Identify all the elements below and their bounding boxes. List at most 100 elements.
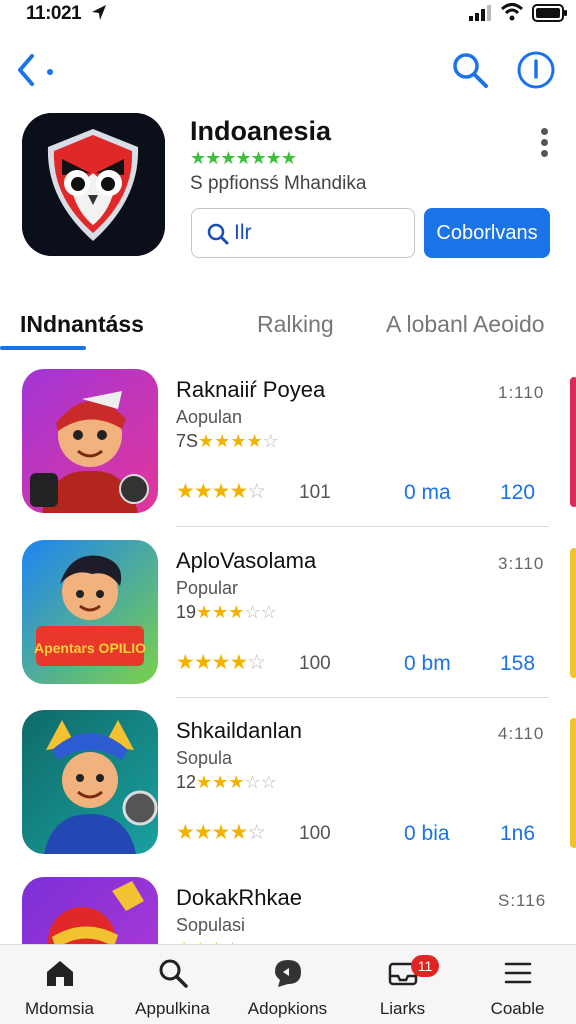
search-field[interactable]: Ilr (191, 208, 415, 258)
chat-icon (275, 960, 301, 987)
chevron-left-icon (18, 54, 53, 86)
star-empty-icon: ☆☆ (244, 772, 277, 792)
nav-label: Adopkions (247, 999, 328, 1018)
app-subtitle: S ppfionsś Mhandika (190, 173, 367, 194)
stars-filled-icon: ★★★★ (198, 431, 263, 451)
app-thumbnail (22, 877, 158, 944)
next-card-peek (570, 718, 576, 848)
more-options-button[interactable] (532, 124, 558, 160)
wifi-icon (500, 3, 524, 21)
more-dot-icon (541, 128, 548, 135)
battery-icon (532, 4, 567, 22)
game-character-icon (48, 881, 144, 944)
home-icon (47, 961, 73, 986)
search-icon (159, 959, 188, 988)
bottom-nav: Mdomsia Appulkina Adopkions 11 Liarks Co… (0, 944, 576, 1024)
next-card-peek (570, 548, 576, 678)
nav-item-home[interactable]: Mdomsia (2, 945, 117, 1024)
search-field-value: Ilr (234, 221, 252, 244)
nav-label: Mdomsia (25, 999, 94, 1018)
app-title: Indoanesia (190, 116, 332, 146)
item-rating: 12★★★☆☆ (176, 772, 277, 793)
app-thumbnail (22, 710, 158, 854)
item-category: Aopulan (176, 407, 243, 427)
item-number: 120 (500, 481, 536, 504)
tab-ranking[interactable]: Ralking (257, 311, 334, 338)
star-empty-icon: ☆ (262, 431, 279, 451)
item-review-count: 101 (299, 482, 331, 503)
nav-label: Appulkina (135, 999, 210, 1018)
app-thumbnail: Apentars OPILIO (22, 540, 158, 684)
item-stars: ★★★★☆ (176, 821, 266, 844)
info-button[interactable] (514, 48, 558, 92)
nav-label: Liarks (379, 999, 426, 1018)
nav-item-chat[interactable]: Adopkions (230, 945, 345, 1024)
star-empty-icon: ☆☆ (244, 602, 277, 622)
item-category: Sopula (176, 748, 233, 768)
item-size: 0 ma (404, 481, 451, 504)
item-category: Sopulasi (176, 915, 246, 935)
nav-item-menu[interactable]: Coable (460, 945, 575, 1024)
thumb-logo-text: Apentars OPILIO (34, 640, 146, 656)
app-icon (22, 113, 165, 256)
item-rating: 7S★★★★☆ (176, 431, 279, 452)
notification-badge: 11 (411, 955, 439, 977)
tab-primary[interactable]: INdnantáss (20, 311, 144, 338)
item-size: 0 bm (404, 652, 451, 675)
item-category: Popular (176, 578, 239, 598)
next-card-peek (570, 377, 576, 507)
nav-item-inbox[interactable]: 11 Liarks (345, 945, 460, 1024)
tab-all[interactable]: A lobanl Aeoido (386, 311, 545, 338)
divider (176, 697, 549, 698)
list-item[interactable]: Apentars OPILIO AploVasolama Popular 19★… (0, 540, 576, 710)
nav-row (0, 40, 576, 100)
item-title: DokakRhkae (176, 885, 302, 910)
more-dot-icon (541, 150, 548, 157)
tab-bar: INdnantáss Ralking A lobanl Aeoido (0, 300, 576, 352)
app-rating-stars: ★★★★★★★ (190, 148, 297, 168)
item-rank: 1:110 (498, 383, 545, 402)
rating-prefix: 19 (176, 602, 197, 622)
active-tab-indicator (0, 346, 86, 350)
stars-filled-icon: ★★★ (196, 772, 245, 792)
item-review-count: 100 (299, 653, 331, 674)
game-character-icon (44, 720, 158, 854)
item-rank: S:116 (498, 891, 547, 910)
nav-item-search[interactable]: Appulkina (115, 945, 230, 1024)
game-character-icon (30, 391, 149, 513)
back-button[interactable] (14, 50, 62, 90)
search-icon (207, 223, 229, 245)
search-button[interactable] (448, 48, 492, 92)
list-item[interactable]: DokakRhkae Sopulasi ★★★☆ S:116 (0, 877, 576, 944)
status-time: 11:021 (26, 3, 82, 24)
more-dot-icon (541, 139, 548, 146)
item-review-count: 100 (299, 823, 331, 844)
list-item[interactable]: Raknaiiŕ Poyea Aopulan 7S★★★★☆ 1:110 ★★★… (0, 369, 576, 539)
stars-filled-icon: ★★★ (196, 602, 245, 622)
item-stars: ★★★★☆ (176, 651, 266, 674)
rating-prefix: 12 (176, 772, 197, 792)
status-bar: 11:021 (0, 0, 576, 28)
primary-action-button[interactable]: Coborlvans (424, 208, 550, 258)
divider (176, 526, 549, 527)
signal-icon (469, 5, 491, 21)
info-icon (517, 51, 555, 89)
owl-shield-logo-icon (22, 113, 165, 256)
item-stars: ★★★★☆ (176, 480, 266, 503)
nav-label: Coable (490, 999, 545, 1018)
item-title: Shkaildanlan (176, 718, 302, 743)
location-arrow-icon (92, 5, 106, 20)
item-title: Raknaiiŕ Poyea (176, 377, 326, 402)
list-item[interactable]: Shkaildanlan Sopula 12★★★☆☆ 4:110 ★★★★☆ … (0, 710, 576, 880)
item-rating: 19★★★☆☆ (176, 602, 277, 623)
menu-icon (504, 962, 532, 984)
app-thumbnail (22, 369, 158, 513)
item-number: 158 (500, 652, 536, 675)
rating-prefix: 7S (176, 431, 199, 451)
item-size: 0 bia (404, 822, 450, 845)
search-icon (453, 53, 488, 88)
item-rank: 3:110 (498, 554, 545, 573)
item-rank: 4:110 (498, 724, 545, 743)
game-character-icon: Apentars OPILIO (34, 555, 146, 666)
item-title: AploVasolama (176, 548, 317, 573)
